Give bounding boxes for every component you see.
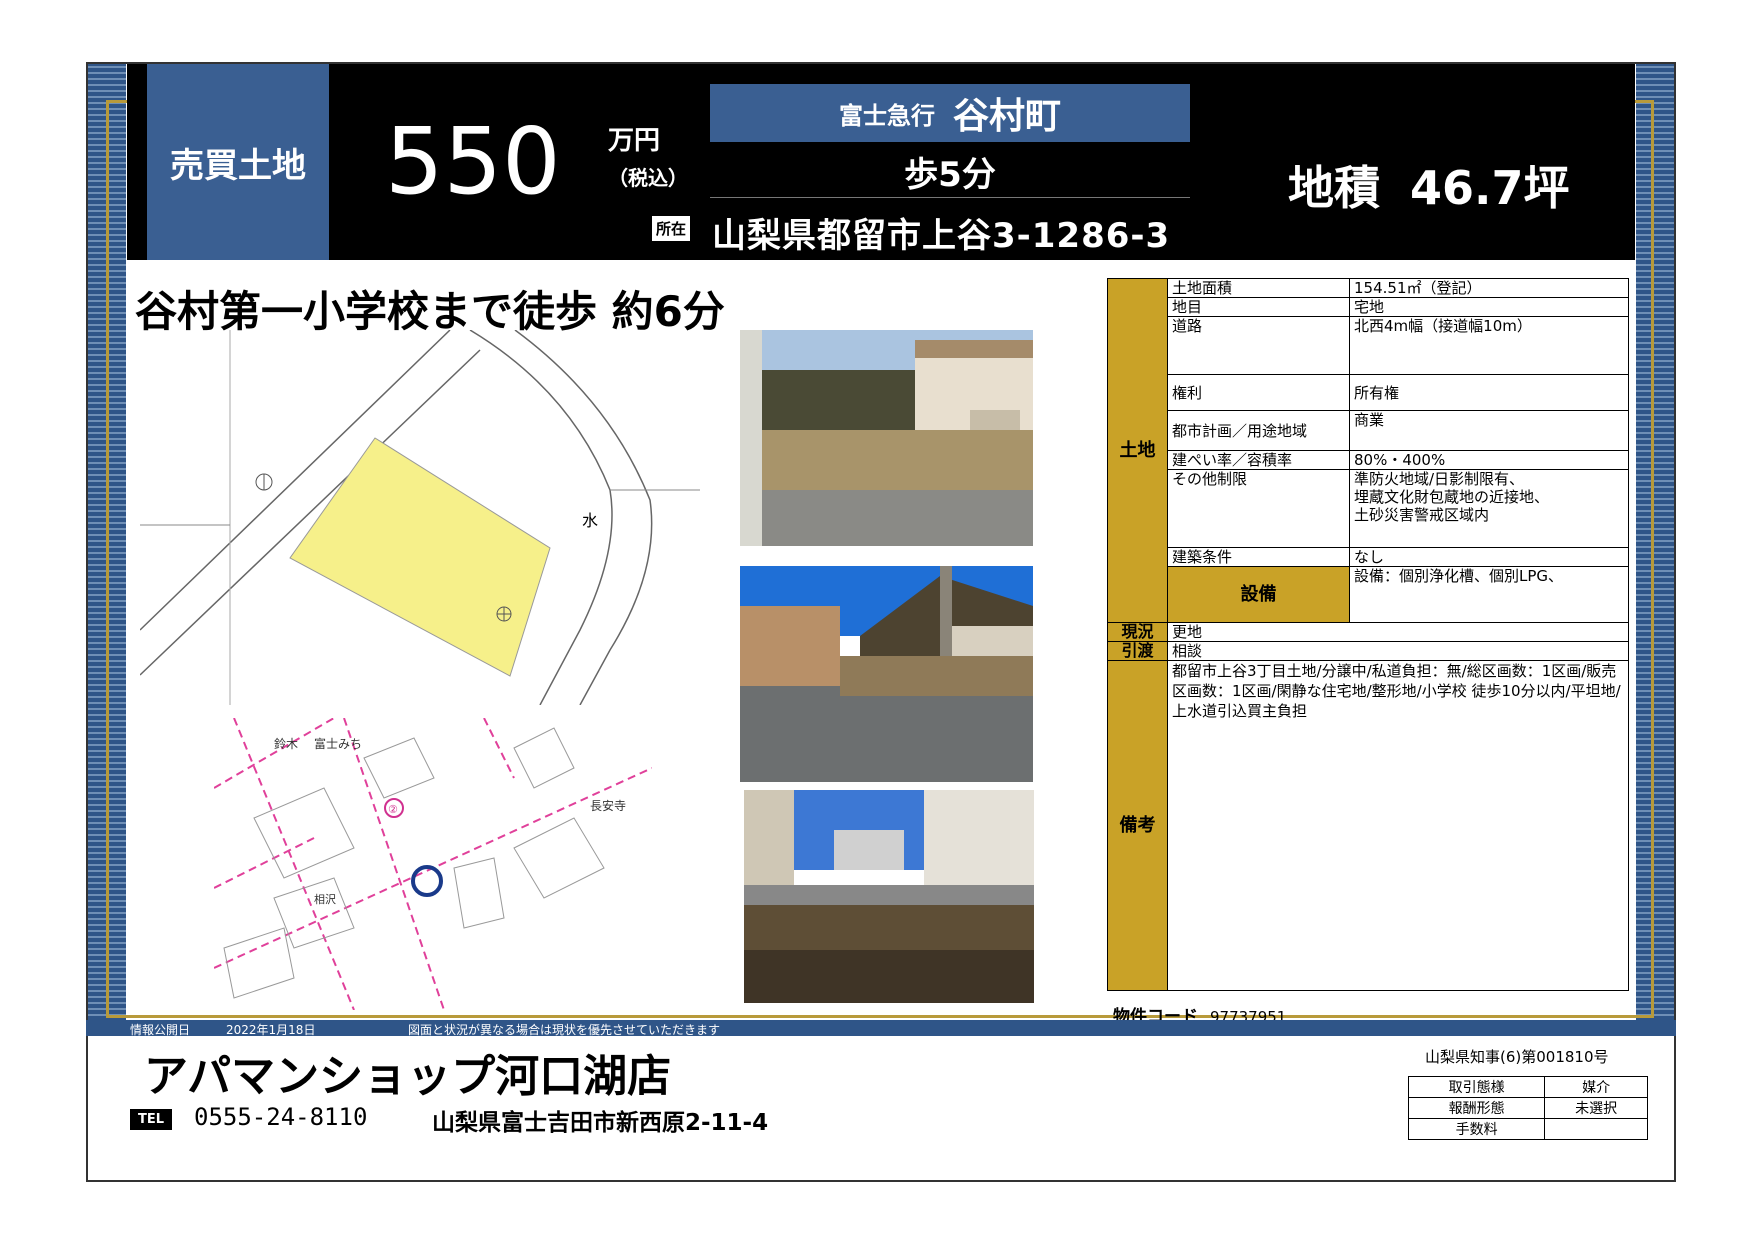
railway-name: 富士急行 — [838, 101, 935, 130]
lot-polygon — [289, 437, 551, 677]
map-label-fuji-michi: 富士みち — [314, 736, 362, 751]
license-number: 山梨県知事(6)第001810号 — [1425, 1048, 1609, 1066]
footer-bar: 情報公開日 2022年1月18日 図面と状況が異なる場合は現状を優先させていただ… — [86, 1020, 1676, 1037]
shop-address: 山梨県富士吉田市新西原2-11-4 — [432, 1110, 769, 1136]
spec-label: 土地面積 — [1167, 278, 1350, 298]
disclaimer: 図面と状況が異なる場合は現状を優先させていただきます — [408, 1023, 721, 1037]
spec-label: 道路 — [1167, 316, 1350, 375]
tel-tag: TEL — [130, 1109, 173, 1130]
map-label-suzuki: 鈴木 — [274, 736, 298, 751]
map-label-aioi: 相沢 — [314, 892, 336, 906]
spec-label: その他制限 — [1167, 469, 1350, 548]
trade-value: 未選択 — [1544, 1097, 1648, 1119]
category-status: 現況 — [1107, 622, 1168, 642]
shop-tel: 0555-24-8110 — [194, 1103, 368, 1131]
property-type-label: 売買土地 — [147, 64, 329, 260]
trade-label: 手数料 — [1407, 1118, 1546, 1140]
spec-value: 準防火地域/日影制限有、 埋蔵文化財包蔵地の近接地、 土砂災害警戒区域内 — [1349, 469, 1629, 548]
station-name: 谷村町 — [952, 96, 1061, 137]
trade-label: 取引態様 — [1407, 1076, 1546, 1098]
land-area: 地積 46.7坪 — [1288, 152, 1570, 218]
land-area-value: 46.7坪 — [1410, 161, 1570, 215]
spec-value: なし — [1349, 547, 1629, 567]
map-label-mizu: 水 — [582, 511, 598, 530]
status-value: 更地 — [1167, 622, 1629, 642]
category-land: 土地 — [1107, 278, 1168, 623]
price-value: 550 — [385, 108, 561, 215]
site-photo-1 — [740, 330, 1033, 546]
spec-value: 所有権 — [1349, 374, 1629, 411]
publish-date: 2022年1月18日 — [226, 1023, 316, 1037]
site-photo-3 — [744, 790, 1034, 1003]
spec-label: 地目 — [1167, 297, 1350, 317]
shop-name: アパマンショップ河口湖店 — [144, 1051, 672, 1102]
station-box: 富士急行 谷村町 — [710, 84, 1190, 142]
spec-label: 建ぺい率／容積率 — [1167, 450, 1350, 470]
spec-value: 商業 — [1349, 410, 1629, 451]
land-area-label: 地積 — [1288, 161, 1380, 215]
publish-label: 情報公開日 — [130, 1023, 191, 1037]
area-map: ② 鈴木 富士みち 長安寺 相沢 — [214, 718, 652, 1010]
handover-value: 相談 — [1167, 641, 1629, 661]
trade-label: 報酬形態 — [1407, 1097, 1546, 1119]
spec-table: 土地 土地面積 154.51㎡（登記） 地目 宅地 道路 北西4m幅（接道幅10… — [1107, 278, 1629, 991]
category-remarks: 備考 — [1107, 660, 1168, 991]
tax-note: （税込） — [608, 166, 688, 190]
spec-value: 154.51㎡（登記） — [1349, 278, 1629, 298]
walk-time: 歩5分 — [710, 146, 1190, 198]
spec-value: 北西4m幅（接道幅10m） — [1349, 316, 1629, 375]
equipment-value: 設備：個別浄化槽、個別LPG、 — [1349, 566, 1629, 623]
spec-value: 宅地 — [1349, 297, 1629, 317]
trade-value: 媒介 — [1544, 1076, 1648, 1098]
spec-value: 80%・400% — [1349, 450, 1629, 470]
trade-table: 取引態様 媒介 報酬形態 未選択 手数料 — [1407, 1076, 1648, 1140]
spec-label: 建築条件 — [1167, 547, 1350, 567]
remarks-value: 都留市上谷3丁目土地/分譲中/私道負担：無/総区画数：1区画/販売区画数：1区画… — [1167, 660, 1629, 991]
category-equipment: 設備 — [1167, 566, 1350, 623]
site-photo-2 — [740, 566, 1033, 782]
map-label-circle: ② — [388, 803, 398, 816]
trade-value — [1544, 1118, 1648, 1140]
category-handover: 引渡 — [1107, 641, 1168, 661]
property-address: 山梨県都留市上谷3-1286-3 — [712, 216, 1171, 256]
lot-plan-map: 水 — [140, 330, 700, 705]
map-label-choanji: 長安寺 — [590, 798, 626, 813]
price-unit: 万円 — [608, 126, 661, 156]
location-tag: 所在 — [652, 216, 691, 241]
spec-label: 権利 — [1167, 374, 1350, 411]
spec-label: 都市計画／用途地域 — [1167, 410, 1350, 451]
